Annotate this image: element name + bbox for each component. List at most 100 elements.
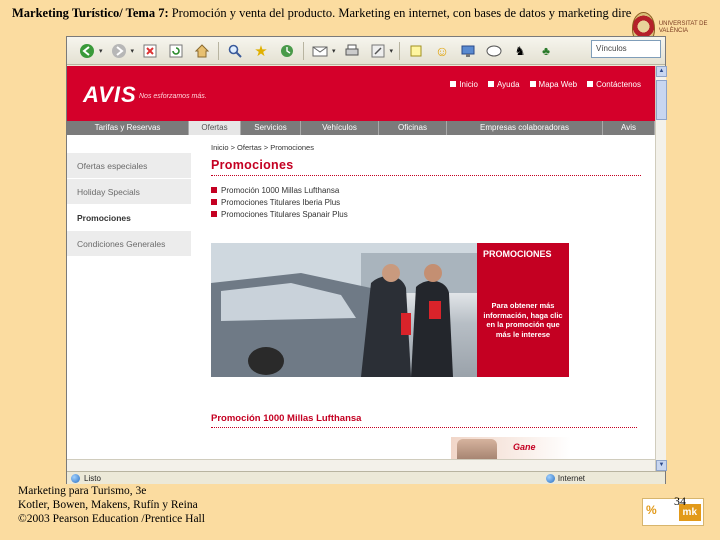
avis-header: AVIS Nos esforzamos más. Inicio Ayuda Ma… (67, 66, 655, 121)
status-bar: Listo Internet (67, 471, 665, 484)
browser-toolbar: ▾ ▾ ★ ▾ ▾ ☺ ♞ ♣ Vínculos (67, 37, 665, 65)
side-item-ofertas-especiales[interactable]: Ofertas especiales (67, 153, 191, 179)
bullet-icon (211, 187, 217, 193)
slide-title-bold: Marketing Turístico/ Tema 7: (12, 6, 169, 20)
tab-avis[interactable]: Avis (603, 121, 655, 135)
tab-vehiculos[interactable]: Vehículos (301, 121, 379, 135)
page-viewport: AVIS Nos esforzamos más. Inicio Ayuda Ma… (67, 66, 655, 471)
top-link-label: Inicio (459, 80, 478, 89)
top-link-inicio[interactable]: Inicio (450, 80, 478, 89)
mail-dropdown-icon[interactable]: ▾ (332, 47, 336, 55)
side-menu-spacer (67, 135, 191, 153)
promo-list: Promoción 1000 Millas Lufthansa Promocio… (211, 184, 641, 220)
side-item-holiday-specials[interactable]: Holiday Specials (67, 179, 191, 205)
top-link-mapa-web[interactable]: Mapa Web (529, 80, 578, 89)
tab-tarifas-reservas[interactable]: Tarifas y Reservas (67, 121, 189, 135)
links-bar[interactable]: Vínculos (591, 40, 661, 58)
footer-line-1: Marketing para Turismo, 3e (18, 485, 147, 497)
internet-zone-icon (545, 473, 555, 483)
toolbar-separator (303, 41, 305, 60)
back-icon[interactable] (77, 41, 97, 61)
side-item-condiciones-generales[interactable]: Condiciones Generales (67, 231, 191, 257)
top-link-ayuda[interactable]: Ayuda (487, 80, 520, 89)
home-icon[interactable] (192, 41, 212, 61)
edit-icon[interactable] (368, 41, 388, 61)
scroll-up-icon[interactable]: ▲ (656, 66, 667, 77)
gane-text: Gane (513, 442, 536, 452)
smiley-icon[interactable]: ☺ (432, 41, 452, 61)
toolbar-separator (399, 41, 401, 60)
aim-icon[interactable]: ♞ (510, 41, 530, 61)
top-links: Inicio Ayuda Mapa Web Contáctenos (450, 80, 641, 89)
stop-icon[interactable] (140, 41, 160, 61)
promo-section: Promoción 1000 Millas Lufthansa (211, 413, 637, 428)
tab-oficinas[interactable]: Oficinas (379, 121, 447, 135)
promo-link-iberia[interactable]: Promociones Titulares Iberia Plus (211, 196, 641, 208)
avis-logo[interactable]: AVIS (83, 82, 137, 108)
promo-photo-illustration (211, 243, 477, 377)
footer-line-2: Kotler, Bowen, Makens, Rufín y Reina (18, 499, 198, 511)
forward-dropdown-icon[interactable]: ▾ (131, 47, 135, 55)
history-icon[interactable] (277, 41, 297, 61)
zone-label: Internet (557, 473, 585, 483)
horizontal-scrollbar[interactable] (67, 459, 655, 471)
promo-link-lufthansa[interactable]: Promoción 1000 Millas Lufthansa (211, 184, 641, 196)
scroll-down-icon[interactable]: ▼ (656, 460, 667, 471)
top-link-label: Mapa Web (538, 80, 578, 89)
promo-photo[interactable] (211, 243, 477, 377)
mk-logo: % mk (642, 498, 704, 526)
status-zone: Internet (545, 473, 585, 483)
msn-icon[interactable] (484, 41, 504, 61)
vertical-scrollbar[interactable]: ▲ ▼ (655, 66, 667, 471)
promo-link-label: Promociones Titulares Spanair Plus (221, 209, 348, 219)
slide-title: Marketing Turístico/ Tema 7: Promoción y… (12, 6, 632, 21)
mail-icon[interactable] (310, 41, 330, 61)
links-bar-label: Vínculos (596, 44, 627, 53)
back-dropdown-icon[interactable]: ▾ (99, 47, 103, 55)
status-text: Listo (84, 473, 101, 483)
promo-box-text: Para obtener más información, haga clic … (483, 301, 563, 339)
footer-line-3: ©2003 Pearson Education /Prentice Hall (18, 513, 205, 525)
promo-link-spanair[interactable]: Promociones Titulares Spanair Plus (211, 208, 641, 220)
page-number: 34 (674, 494, 686, 508)
slide-footer: Marketing para Turismo, 3e Kotler, Bowen… (18, 484, 205, 526)
top-link-label: Contáctenos (596, 80, 641, 89)
search-icon[interactable] (225, 41, 245, 61)
top-link-label: Ayuda (496, 80, 520, 89)
forward-icon[interactable] (109, 41, 129, 61)
promo-box-heading: PROMOCIONES (483, 249, 552, 259)
tab-ofertas[interactable]: Ofertas (189, 121, 241, 135)
promo-info-box[interactable]: PROMOCIONES Para obtener más información… (477, 243, 569, 377)
tab-empresas-colaboradoras[interactable]: Empresas colaboradoras (447, 121, 603, 135)
refresh-icon[interactable] (166, 41, 186, 61)
discuss-icon[interactable] (406, 41, 426, 61)
bullet-icon (211, 211, 217, 217)
bullet-icon (211, 199, 217, 205)
edit-dropdown-icon[interactable]: ▾ (390, 47, 394, 55)
breadcrumb[interactable]: Inicio > Ofertas > Promociones (211, 143, 641, 152)
avis-tagline: Nos esforzamos más. (139, 93, 207, 100)
top-link-contactenos[interactable]: Contáctenos (587, 80, 641, 89)
browser-window: ▾ ▾ ★ ▾ ▾ ☺ ♞ ♣ Vínculos AVIS Nos esforz… (66, 36, 667, 484)
side-item-promociones[interactable]: Promociones (67, 205, 191, 231)
university-logo-text: UNIVERSITAT DE VALÈNCIA (658, 21, 708, 34)
divider (211, 427, 637, 428)
main-nav: Tarifas y Reservas Ofertas Servicios Veh… (67, 121, 655, 135)
scroll-thumb[interactable] (656, 80, 667, 120)
page-icon (71, 473, 80, 483)
toolbar-separator (218, 41, 220, 60)
divider (211, 175, 641, 176)
section-title: Promoción 1000 Millas Lufthansa (211, 413, 362, 424)
promo-link-label: Promociones Titulares Iberia Plus (221, 197, 341, 207)
print-icon[interactable] (342, 41, 362, 61)
desktop-icon[interactable] (458, 41, 478, 61)
page-title: Promociones (211, 158, 294, 172)
promo-link-label: Promoción 1000 Millas Lufthansa (221, 185, 340, 195)
main-content: Inicio > Ofertas > Promociones Promocion… (211, 135, 641, 471)
tab-servicios[interactable]: Servicios (241, 121, 301, 135)
side-menu: Ofertas especiales Holiday Specials Prom… (67, 135, 191, 471)
favorites-icon[interactable]: ★ (251, 41, 271, 61)
mk-logo-symbol: % (646, 503, 657, 517)
people-icon[interactable]: ♣ (536, 41, 556, 61)
slide-title-rest: Promoción y venta del producto. Marketin… (168, 6, 632, 20)
